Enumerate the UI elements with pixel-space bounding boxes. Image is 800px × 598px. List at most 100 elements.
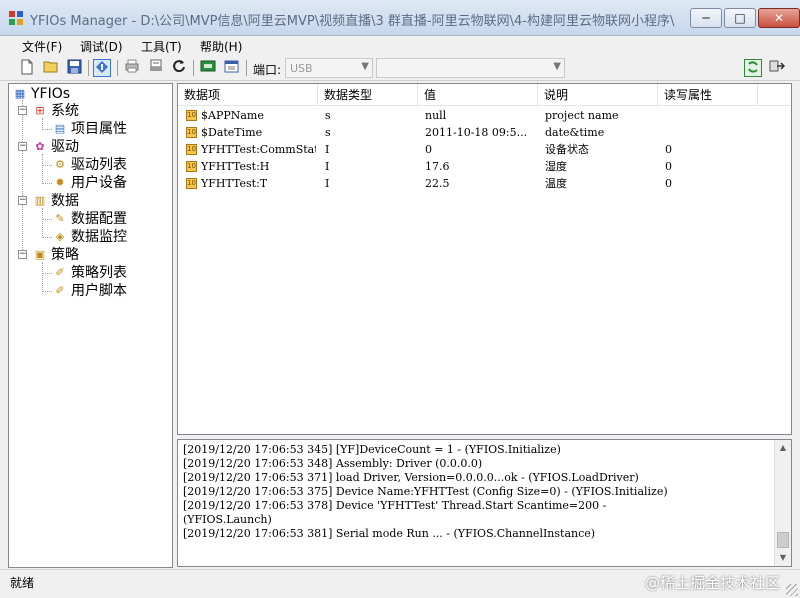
menu-tools[interactable]: 工具(T) xyxy=(141,38,182,55)
cell-value: 2011-10-18 09:5... xyxy=(425,126,528,139)
tree-line xyxy=(42,154,43,184)
window-title: YFIOs Manager - D:\公司\MVP信息\阿里云MVP\视频直播\… xyxy=(30,14,675,29)
tree-line xyxy=(42,165,52,166)
tree-item-data-monitor[interactable]: ◈ 数据监控 xyxy=(52,228,127,246)
port-select[interactable]: USB ▼ xyxy=(285,58,373,78)
info-icon[interactable] xyxy=(93,59,111,77)
toolbar-separator xyxy=(246,60,247,76)
cell-readwrite: 0 xyxy=(665,177,672,190)
tree-line xyxy=(42,208,43,238)
data-item-icon: 10 xyxy=(186,144,197,155)
tree-node-label: 策略 xyxy=(51,247,79,263)
cell-value: 17.6 xyxy=(425,160,450,173)
resize-grip-icon[interactable] xyxy=(786,584,798,596)
scroll-thumb[interactable] xyxy=(777,532,789,548)
tree-line xyxy=(42,273,52,274)
menu-debug[interactable]: 调试(D) xyxy=(80,38,123,55)
cell-readwrite: 0 xyxy=(665,160,672,173)
refresh-icon[interactable] xyxy=(170,59,188,77)
collapse-icon[interactable]: − xyxy=(18,142,27,151)
tree-node-strategy[interactable]: ▣ 策略 xyxy=(32,246,79,264)
cell-name: YFHTTest:CommState xyxy=(201,143,316,156)
tree-line xyxy=(42,219,52,220)
column-header-readwrite[interactable]: 读写属性 xyxy=(658,84,758,106)
project-tree: ▦ YFIOs − ⊞ 系统 ▤ 项目属性 − ✿ 驱动 ⚙ 驱动列表 ✹ 用户设备 − ▥… xyxy=(8,83,173,568)
cell-name: $DateTime xyxy=(201,126,263,139)
tree-item-strategy-list[interactable]: ✐ 策略列表 xyxy=(52,264,127,282)
run-icon[interactable] xyxy=(744,59,762,77)
connect-icon[interactable] xyxy=(199,59,217,77)
user-device-icon: ✹ xyxy=(55,176,65,189)
exit-icon[interactable] xyxy=(768,59,786,77)
database-icon: ▥ xyxy=(34,194,46,207)
tree-root[interactable]: ▦ YFIOs xyxy=(12,85,70,103)
tree-item-data-config[interactable]: ✎ 数据配置 xyxy=(52,210,127,228)
maximize-button[interactable]: □ xyxy=(724,8,756,28)
print-icon[interactable] xyxy=(123,59,141,77)
script-icon: ✐ xyxy=(55,266,65,279)
open-icon[interactable] xyxy=(42,59,60,77)
watermark: @稀土掘金技术社区 xyxy=(644,574,780,592)
column-header-type[interactable]: 数据类型 xyxy=(318,84,418,106)
log-line: [2019/12/20 17:06:53 378] Device 'YFHTTe… xyxy=(183,499,607,512)
collapse-icon[interactable]: − xyxy=(18,250,27,259)
data-item-icon: 10 xyxy=(186,178,197,189)
tree-item-user-devices[interactable]: ✹ 用户设备 xyxy=(52,174,127,192)
data-list: 数据项 数据类型 值 说明 读写属性 10 $APPName s null pr… xyxy=(177,83,792,435)
table-row[interactable]: 10 YFHTTest:T I 22.5 温度 0 xyxy=(178,175,791,192)
column-header-name[interactable]: 数据项 xyxy=(178,84,318,106)
column-header-value[interactable]: 值 xyxy=(418,84,538,106)
cell-description: project name xyxy=(545,109,619,122)
save-icon[interactable] xyxy=(65,59,83,77)
menu-help[interactable]: 帮助(H) xyxy=(200,38,242,55)
tree-item-user-script[interactable]: ✐ 用户脚本 xyxy=(52,282,127,300)
table-row[interactable]: 10 YFHTTest:H I 17.6 湿度 0 xyxy=(178,158,791,175)
cell-description: date&time xyxy=(545,126,605,139)
tree-node-system[interactable]: ⊞ 系统 xyxy=(32,102,79,120)
minimize-button[interactable]: ─ xyxy=(690,8,722,28)
new-icon[interactable] xyxy=(18,59,36,77)
cell-name: YFHTTest:H xyxy=(201,160,270,173)
scroll-down-icon[interactable]: ▼ xyxy=(775,550,791,566)
cell-description: 湿度 xyxy=(545,160,567,173)
column-header-description[interactable]: 说明 xyxy=(538,84,658,106)
log-scrollbar[interactable]: ▲ ▼ xyxy=(774,440,791,566)
collapse-icon[interactable]: − xyxy=(18,196,27,205)
data-item-icon: 10 xyxy=(186,110,197,121)
cell-type: s xyxy=(325,126,331,139)
print-preview-icon[interactable] xyxy=(147,59,165,77)
log-output[interactable]: [2019/12/20 17:06:53 345] [YF]DeviceCoun… xyxy=(177,439,792,567)
tree-node-label: 数据 xyxy=(51,193,79,209)
toolbar: 端口: USB ▼ ▼ xyxy=(0,57,800,81)
calendar-icon[interactable] xyxy=(222,59,240,77)
port-label: 端口: xyxy=(253,63,282,77)
driver-list-icon: ⚙ xyxy=(55,158,65,171)
tree-item-label: 用户设备 xyxy=(71,175,127,191)
tree-node-data[interactable]: ▥ 数据 xyxy=(32,192,79,210)
tree-root-label: YFIOs xyxy=(31,86,71,102)
log-line: [2019/12/20 17:06:53 381] Serial mode Ru… xyxy=(183,527,596,540)
scroll-up-icon[interactable]: ▲ xyxy=(775,440,791,456)
tree-item-label: 用户脚本 xyxy=(71,283,127,299)
tree-item-label: 策略列表 xyxy=(71,265,127,281)
table-row[interactable]: 10 $DateTime s 2011-10-18 09:5... date&t… xyxy=(178,124,791,141)
table-row[interactable]: 10 $APPName s null project name xyxy=(178,107,791,124)
menu-file[interactable]: 文件(F) xyxy=(22,38,62,55)
strategy-icon: ▣ xyxy=(34,248,46,261)
close-button[interactable]: ✕ xyxy=(758,8,800,28)
table-row[interactable]: 10 YFHTTest:CommState I 0 设备状态 0 xyxy=(178,141,791,158)
tree-node-driver[interactable]: ✿ 驱动 xyxy=(32,138,79,156)
collapse-icon[interactable]: − xyxy=(18,106,27,115)
list-header: 数据项 数据类型 值 说明 读写属性 xyxy=(178,84,791,106)
tree-item-driver-list[interactable]: ⚙ 驱动列表 xyxy=(52,156,127,174)
port-detail-select[interactable]: ▼ xyxy=(376,58,565,78)
cell-value: 0 xyxy=(425,143,432,156)
tree-node-label: 驱动 xyxy=(51,139,79,155)
tree-item-project-properties[interactable]: ▤ 项目属性 xyxy=(52,120,127,138)
cell-type: s xyxy=(325,109,331,122)
cell-type: I xyxy=(325,143,330,156)
log-line: (YFIOS.Launch) xyxy=(183,513,272,526)
cell-type: I xyxy=(325,160,330,173)
app-logo-icon xyxy=(9,11,23,25)
title-bar: YFIOs Manager - D:\公司\MVP信息\阿里云MVP\视频直播\… xyxy=(0,0,800,36)
